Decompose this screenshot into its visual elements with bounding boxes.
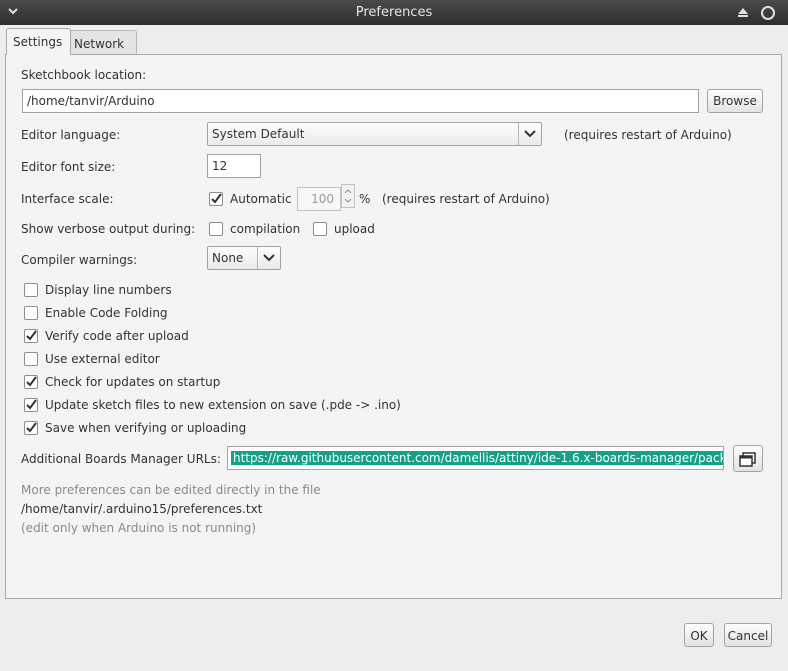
window-list-icon — [739, 452, 756, 467]
more-prefs-text: More preferences can be edited directly … — [21, 483, 321, 497]
interface-scale-input[interactable]: 100 — [297, 187, 341, 211]
maximize-icon[interactable] — [737, 6, 749, 18]
browse-button[interactable]: Browse — [707, 89, 763, 113]
check-icon — [26, 399, 37, 410]
chevron-down-icon — [518, 123, 541, 145]
save-when-verifying-checkbox[interactable] — [24, 421, 38, 435]
check-icon — [26, 330, 37, 341]
automatic-checkbox[interactable] — [209, 192, 223, 206]
chevron-down-icon — [257, 247, 280, 269]
enable-code-folding-label: Enable Code Folding — [45, 306, 168, 320]
compilation-checkbox[interactable] — [209, 222, 223, 236]
check-icon — [26, 422, 37, 433]
verify-after-upload-checkbox[interactable] — [24, 329, 38, 343]
title-bar: Preferences — [0, 0, 788, 25]
use-external-editor-label: Use external editor — [45, 352, 160, 366]
verbose-label: Show verbose output during: — [21, 222, 196, 236]
window-title: Preferences — [355, 5, 433, 20]
use-external-editor-checkbox[interactable] — [24, 352, 38, 366]
sketchbook-input[interactable]: /home/tanvir/Arduino — [22, 89, 699, 113]
editor-language-note: (requires restart of Arduino) — [564, 128, 732, 142]
verify-after-upload-label: Verify code after upload — [45, 329, 189, 343]
boards-urls-value: https://raw.githubusercontent.com/damell… — [231, 451, 723, 465]
font-size-input[interactable]: 12 — [207, 154, 261, 178]
cancel-button[interactable]: Cancel — [724, 623, 772, 647]
interface-scale-spinner[interactable] — [341, 184, 355, 208]
save-when-verifying-label: Save when verifying or uploading — [45, 421, 247, 435]
font-size-label: Editor font size: — [21, 160, 116, 174]
editor-language-label: Editor language: — [21, 128, 121, 142]
upload-checkbox[interactable] — [313, 222, 327, 236]
check-updates-checkbox[interactable] — [24, 375, 38, 389]
upload-label: upload — [334, 222, 375, 236]
check-icon — [211, 193, 222, 204]
editor-language-value: System Default — [212, 127, 305, 141]
tab-settings[interactable]: Settings — [6, 28, 71, 55]
interface-scale-label: Interface scale: — [21, 192, 114, 206]
ok-button[interactable]: OK — [684, 623, 714, 647]
sketchbook-label: Sketchbook location: — [21, 68, 147, 82]
interface-scale-note: (requires restart of Arduino) — [382, 192, 550, 206]
editor-language-select[interactable]: System Default — [207, 122, 542, 146]
display-line-numbers-label: Display line numbers — [45, 283, 172, 297]
edit-urls-button[interactable] — [733, 445, 763, 472]
percent-label: % — [359, 192, 371, 206]
update-extension-label: Update sketch files to new extension on … — [45, 398, 401, 412]
boards-urls-input[interactable]: https://raw.githubusercontent.com/damell… — [227, 446, 724, 470]
prefs-file-path: /home/tanvir/.arduino15/preferences.txt — [21, 502, 263, 516]
enable-code-folding-checkbox[interactable] — [24, 306, 38, 320]
spinner-arrows-icon — [344, 189, 352, 203]
automatic-label: Automatic — [230, 192, 292, 206]
edit-note: (edit only when Arduino is not running) — [21, 521, 257, 535]
display-line-numbers-checkbox[interactable] — [24, 283, 38, 297]
check-updates-label: Check for updates on startup — [45, 375, 221, 389]
boards-urls-label: Additional Boards Manager URLs: — [21, 452, 221, 466]
update-extension-checkbox[interactable] — [24, 398, 38, 412]
compiler-warnings-label: Compiler warnings: — [21, 253, 138, 267]
close-icon[interactable] — [761, 6, 775, 20]
compilation-label: compilation — [230, 222, 301, 236]
tab-network[interactable]: Network — [67, 30, 137, 54]
compiler-warnings-select[interactable]: None — [207, 246, 281, 270]
check-icon — [26, 376, 37, 387]
compiler-warnings-value: None — [212, 251, 244, 265]
